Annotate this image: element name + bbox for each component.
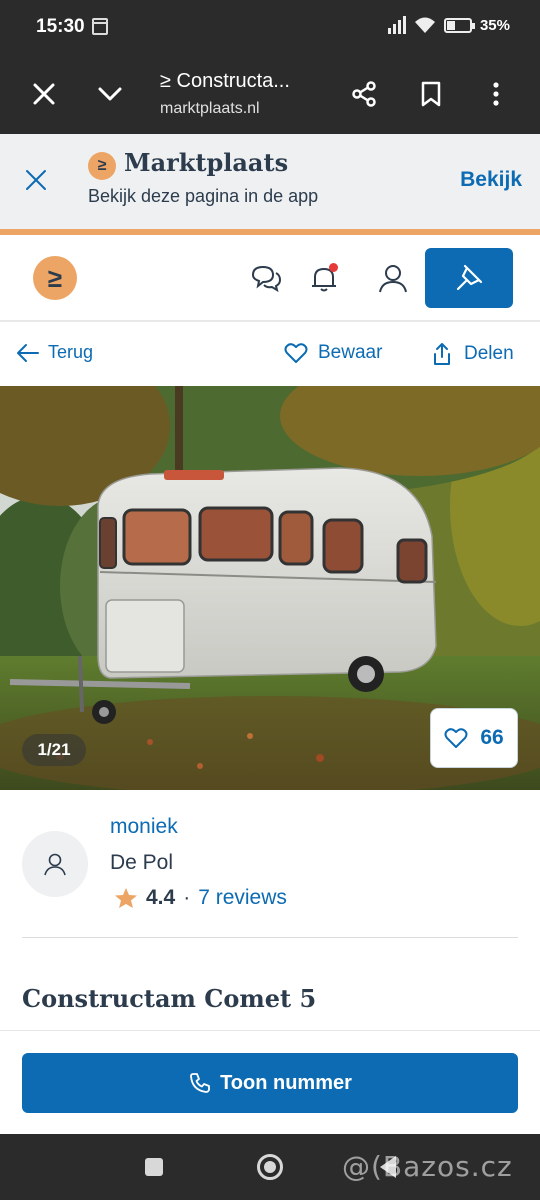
bottom-cta-area: Toon nummer [0, 1030, 540, 1134]
listing-photo[interactable]: 1/21 66 [0, 386, 540, 790]
battery-icon [443, 17, 475, 33]
status-indicators: 35% [387, 16, 510, 34]
share-label: Delen [464, 343, 514, 364]
seller-name-link[interactable]: moniek [110, 815, 178, 839]
browser-url[interactable]: marktplaats.nl [160, 100, 260, 118]
back-label: Terug [48, 342, 94, 362]
heart-icon [444, 728, 468, 748]
seller-location: De Pol [110, 851, 174, 874]
marktplaats-logo: ≥ [88, 152, 116, 180]
battery-percentage: 35% [479, 16, 510, 34]
app-install-banner: ≥ Marktplaats Bekijk deze pagina in de a… [0, 134, 540, 230]
rating-score: 4.4 [146, 886, 176, 909]
share-icon[interactable] [350, 80, 378, 108]
upload-share-icon [434, 343, 450, 365]
home-button[interactable] [257, 1154, 283, 1180]
back-link[interactable]: Terug [16, 342, 93, 363]
reviews-link[interactable]: 7 reviews [198, 886, 287, 910]
status-time: 15:30 [36, 16, 85, 37]
chevron-down-icon[interactable] [96, 80, 124, 108]
divider [22, 937, 518, 938]
pin-icon [456, 264, 483, 291]
listing-title: Constructam Comet 5 [22, 984, 317, 1013]
user-icon [44, 853, 66, 876]
watermark: @(Bazos.cz [342, 1150, 513, 1183]
seller-avatar[interactable] [22, 831, 88, 897]
star-icon [115, 888, 137, 908]
status-bar: 15:30 35% [0, 0, 540, 56]
calendar-icon [92, 18, 108, 35]
messages-icon[interactable] [249, 261, 283, 295]
signal-icon [387, 16, 406, 34]
heart-icon [284, 343, 308, 363]
browser-page-title: ≥ Constructa... [160, 70, 290, 92]
banner-brand-name: Marktplaats [124, 148, 289, 177]
close-icon[interactable] [24, 168, 48, 192]
recent-apps-button[interactable] [145, 1158, 163, 1176]
notification-dot [329, 263, 338, 272]
bookmark-icon[interactable] [418, 80, 444, 108]
place-ad-button[interactable] [425, 248, 513, 308]
share-button[interactable]: Delen [432, 342, 514, 366]
favorite-count-button[interactable]: 66 [430, 708, 518, 768]
save-button[interactable]: Bewaar [284, 342, 382, 364]
show-phone-label: Toon nummer [220, 1071, 352, 1094]
rating-separator: · [183, 886, 191, 909]
notifications-button[interactable] [307, 261, 341, 295]
site-logo[interactable]: ≥ [33, 256, 77, 300]
more-menu-icon[interactable] [484, 80, 508, 108]
seller-rating: 4.4 · 7 reviews [114, 886, 287, 910]
arrow-left-icon [17, 343, 39, 362]
wifi-icon [414, 17, 435, 33]
close-tab-icon[interactable] [30, 80, 58, 108]
user-icon[interactable] [376, 261, 410, 295]
listing-action-row: Terug Bewaar Delen [0, 322, 540, 386]
browser-toolbar: ≥ Constructa... marktplaats.nl [0, 56, 540, 134]
photo-counter: 1/21 [22, 734, 86, 766]
phone-icon [190, 1073, 210, 1093]
open-in-app-button[interactable]: Bekijk [460, 168, 522, 192]
show-phone-button[interactable]: Toon nummer [22, 1053, 518, 1113]
save-label: Bewaar [318, 342, 383, 363]
site-header: ≥ [0, 235, 540, 322]
favorite-count: 66 [480, 726, 504, 749]
banner-subtitle: Bekijk deze pagina in de app [88, 186, 319, 206]
